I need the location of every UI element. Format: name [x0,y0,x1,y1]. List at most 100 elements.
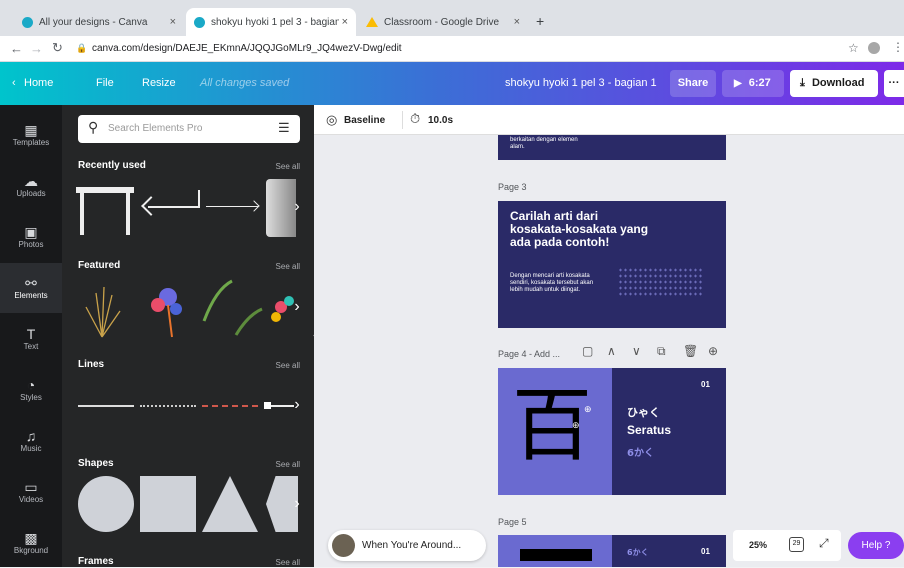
line-dotted-thumb[interactable] [140,405,196,407]
duplicate-page-icon[interactable]: ⧉ [657,344,666,359]
profile-avatar[interactable] [868,42,880,54]
fullscreen-icon[interactable]: ⤢ [819,536,829,551]
forward-arrow-icon[interactable]: → [30,41,43,56]
present-button[interactable]: ▶ 6:27 [722,70,784,97]
file-menu[interactable]: File [96,62,114,105]
close-tab-icon[interactable]: × [342,16,348,28]
element-arrow-left-thumb[interactable] [141,190,200,220]
scroll-right-arrow-icon[interactable]: › [290,490,304,518]
home-chevron-icon[interactable]: ‹ [12,62,16,105]
move-down-chevron-icon[interactable]: ∨ [632,344,641,358]
sidebar-item-label: Text [23,342,39,351]
see-all-recently-used[interactable]: See all [276,162,300,171]
browser-menu-icon[interactable]: ⋮ [892,40,904,54]
line-solid-thumb[interactable] [78,405,134,407]
styles-icon: ◔ [26,377,36,393]
shape-square-thumb[interactable] [140,476,196,532]
element-table-thumb[interactable] [76,179,136,237]
play-icon: ▶ [734,78,742,89]
see-all-shapes[interactable]: See all [276,460,300,469]
browser-tab-strip: All your designs - Canva × shokyu hyoki … [0,0,904,36]
timer-icon[interactable]: ⏱ [410,111,420,127]
sidebar-item-bkground[interactable]: ▩ Bkground [0,518,62,568]
sidebar-item-music[interactable]: ♫ Music [0,416,62,466]
kanji-character: 百 [512,379,592,472]
shape-triangle-thumb[interactable] [202,476,258,532]
reload-icon[interactable]: ↻ [52,40,63,56]
line-dashed-red-thumb[interactable] [202,405,258,407]
address-bar-row: ← → ↻ 🔒 canva.com/design/DAEJE_EKmnA/JQQ… [0,36,904,62]
help-button[interactable]: Help ? [848,532,904,559]
move-up-chevron-icon[interactable]: ∧ [607,344,616,358]
editor-header: ‹ Home File Resize All changes saved sho… [0,62,904,105]
sidebar-item-videos[interactable]: ▭ Videos [0,467,62,517]
add-page-icon[interactable]: ⊕ [708,344,718,358]
browser-tab[interactable]: All your designs - Canva × [14,8,184,36]
delete-page-icon[interactable]: 🗑 [683,344,698,358]
zoom-controls: 25% 29 ⤢ [733,530,841,561]
search-input[interactable]: Search Elements Pro [108,123,203,134]
page-label: Page 4 - Add ... [498,349,561,359]
slide-page-5[interactable]: 6かく 01 [498,535,726,567]
browser-tab[interactable]: Classroom - Google Drive × [358,8,528,36]
design-title[interactable]: shokyu hyoki 1 pel 3 - bagian 1 [505,62,657,105]
resize-menu[interactable]: Resize [142,62,176,105]
sidebar-item-templates[interactable]: ▦ Templates [0,110,62,160]
slide-page-3[interactable]: Carilah arti dari kosakata-kosakata yang… [498,201,726,328]
bookmark-star-icon[interactable]: ☆ [848,41,859,55]
element-thin-arrow-thumb[interactable] [206,200,260,213]
page-grid-button[interactable]: 29 [789,537,804,552]
sidebar-item-elements[interactable]: ⚯ Elements [0,263,62,313]
share-button[interactable]: Share [670,70,716,97]
scroll-right-arrow-icon[interactable]: › [290,391,304,419]
slide-number-badge: 01 [701,547,710,556]
stroke-count: 6かく [627,448,654,459]
url-text[interactable]: canva.com/design/DAEJE_EKmnA/JQQJGoMLr9_… [92,43,402,54]
sidebar-item-label: Music [20,444,42,453]
back-arrow-icon[interactable]: ← [10,41,23,56]
slide-page-2[interactable]: berkaitan dengan elemen alam. [498,135,726,160]
upload-cloud-icon: ☁ [24,173,38,189]
play-duration: 6:27 [748,77,771,89]
duration-button[interactable]: 10.0s [428,115,453,126]
slide-page-4[interactable]: 百 ⊕ ⊕ 01 ひゃく Seratus 6かく [498,368,726,495]
scroll-right-arrow-icon[interactable]: › [290,293,304,321]
search-icon: ⚲ [88,119,99,135]
scroll-right-arrow-icon[interactable]: › [290,193,304,221]
sidebar-item-label: Elements [14,291,48,300]
shape-circle-thumb[interactable] [78,476,134,532]
slide-body-text: berkaitan dengan elemen alam. [510,137,578,150]
sidebar-item-text[interactable]: T Text [0,314,62,364]
animation-baseline-button[interactable]: Baseline [344,115,385,126]
download-button[interactable]: ⤓ Download [790,70,878,97]
section-title-frames: Frames [78,556,114,567]
filter-sliders-icon[interactable]: ☰ [278,120,290,136]
music-track-chip[interactable]: When You're Around... [328,530,486,561]
see-all-frames[interactable]: See all [276,558,300,567]
photos-icon: ▣ [24,224,38,240]
close-tab-icon[interactable]: × [170,16,176,28]
kanji-reading: ひゃく [627,406,660,419]
see-all-lines[interactable]: See all [276,361,300,370]
search-box[interactable]: ⚲ Search Elements Pro ☰ [78,115,300,143]
featured-flowers-thumbs[interactable] [76,275,306,345]
save-status: All changes saved [200,77,290,89]
zoom-level[interactable]: 25% [749,540,767,550]
home-link[interactable]: Home [24,62,53,105]
more-options-button[interactable]: ··· [884,70,904,97]
toolbar-divider [402,111,403,129]
slide-title: Carilah arti dari kosakata-kosakata yang… [510,209,649,249]
sidebar-item-styles[interactable]: ◔ Styles [0,365,62,415]
tab-title: Classroom - Google Drive [384,16,500,28]
elements-panel: ⚲ Search Elements Pro ☰ Recently used Se… [62,105,314,567]
animation-icon[interactable]: ◎ [326,112,337,128]
see-all-featured[interactable]: See all [276,262,300,271]
browser-tab-active[interactable]: shokyu hyoki 1 pel 3 - bagian 1 × [186,8,356,36]
new-tab-button[interactable]: + [536,13,544,29]
add-note-icon[interactable]: ▢ [582,344,593,358]
close-tab-icon[interactable]: × [514,16,520,28]
sidebar-item-photos[interactable]: ▣ Photos [0,212,62,262]
stroke-order-marker-icon: ⊕ [584,404,592,414]
page-label: Page 3 [498,182,527,192]
sidebar-item-uploads[interactable]: ☁ Uploads [0,161,62,211]
